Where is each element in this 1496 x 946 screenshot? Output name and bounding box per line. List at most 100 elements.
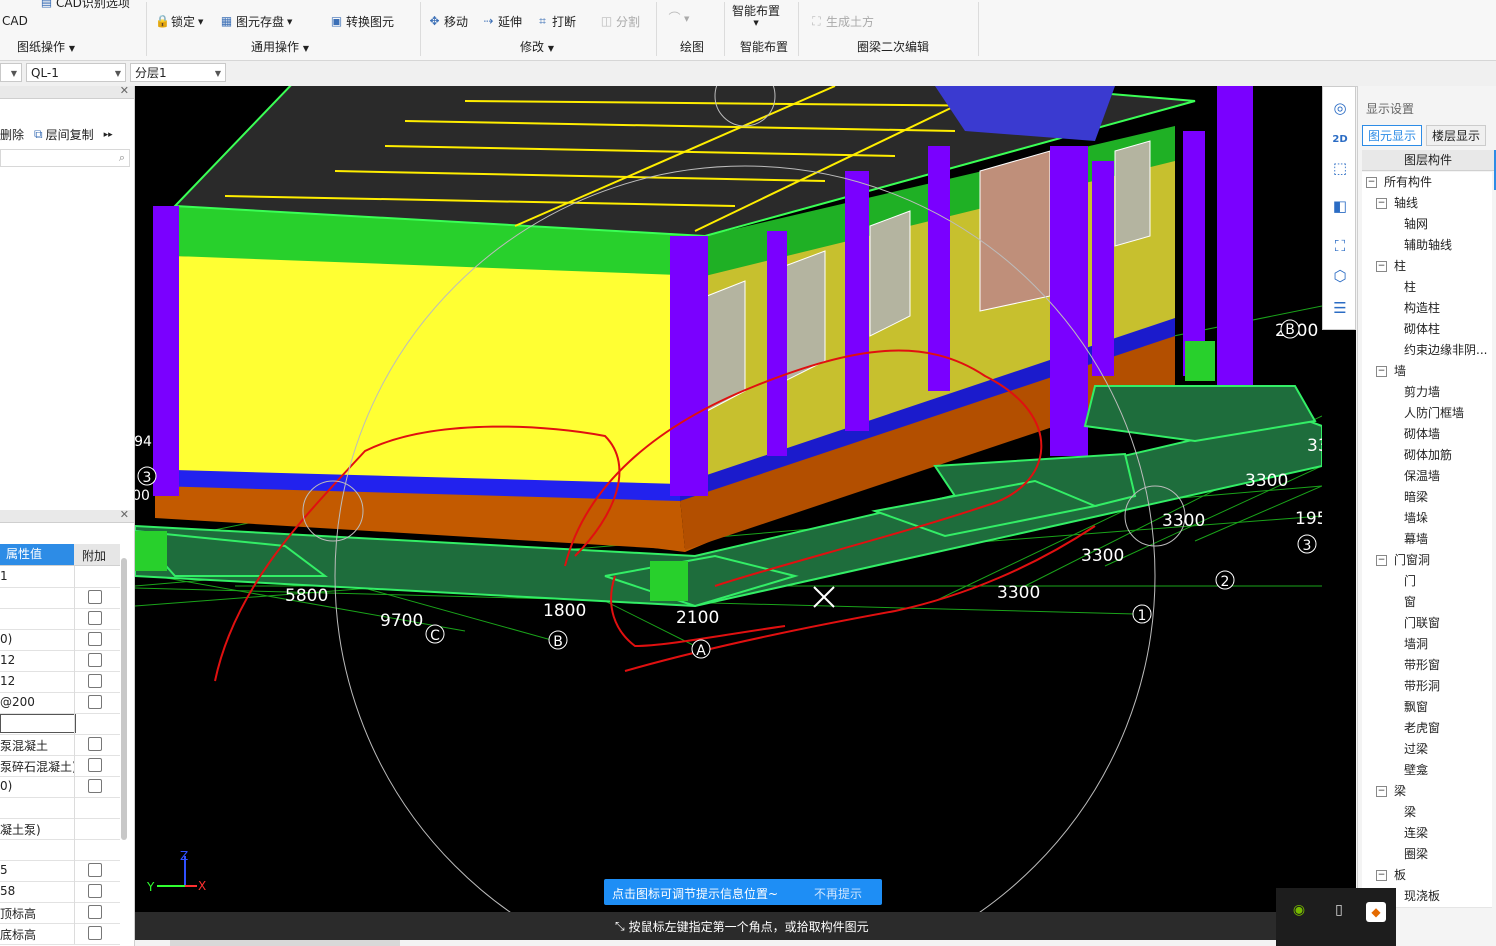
delete-button[interactable]: 删除 — [0, 126, 24, 143]
property-value[interactable]: 凝土泵) — [0, 821, 74, 838]
tree-item[interactable]: 圈梁 — [1362, 844, 1492, 866]
tree-item[interactable]: − 板 — [1362, 865, 1492, 887]
property-value[interactable]: 顶标高 — [0, 905, 74, 922]
attach-checkbox[interactable] — [88, 653, 102, 667]
cube-view-icon[interactable]: ◧ — [1329, 195, 1351, 217]
attach-checkbox[interactable] — [88, 674, 102, 688]
zoom-extents-icon[interactable]: ⛶ — [1329, 235, 1351, 257]
tree-item[interactable]: − 门窗洞 — [1362, 550, 1492, 572]
cad-options-button[interactable]: ▤ CAD识别选项 — [40, 0, 130, 11]
tree-item[interactable]: − 所有构件 — [1362, 172, 1492, 194]
property-row[interactable]: 顶标高 — [0, 902, 120, 924]
orbit-icon[interactable]: ◎ — [1329, 97, 1351, 119]
tree-item[interactable]: 砌体加筋 — [1362, 445, 1492, 467]
tree-item[interactable]: 壁龛 — [1362, 760, 1492, 782]
collapse-toggle-icon[interactable]: − — [1376, 198, 1387, 209]
collapse-toggle-icon[interactable]: − — [1376, 261, 1387, 272]
smart-layout-button[interactable]: 智能布置 ▼ — [732, 2, 780, 27]
property-row[interactable]: 5 — [0, 860, 120, 882]
property-value[interactable]: 58 — [0, 884, 74, 898]
property-row[interactable] — [0, 587, 120, 609]
collapse-toggle-icon[interactable]: − — [1376, 870, 1387, 881]
generate-earthwork-button[interactable]: ⛶ 生成土方 — [810, 13, 874, 30]
tree-item[interactable]: 门联窗 — [1362, 613, 1492, 635]
property-row[interactable]: 12 — [0, 671, 120, 693]
property-row[interactable]: 底标高 — [0, 923, 120, 945]
split-button[interactable]: ◫ 分割 — [600, 13, 640, 30]
nvidia-icon[interactable]: ◉ — [1288, 902, 1310, 924]
model-canvas[interactable]: 2100 3300 3300 3300 3300 19500 5800 9700… — [135, 86, 1322, 912]
attach-checkbox[interactable] — [88, 758, 102, 772]
property-row[interactable] — [0, 797, 120, 819]
tree-item[interactable]: − 柱 — [1362, 256, 1492, 278]
attach-checkbox[interactable] — [88, 863, 102, 877]
tab-element-display[interactable]: 图元显示 — [1362, 125, 1422, 146]
more-icon[interactable]: ▸▸ — [104, 130, 113, 140]
front-wall[interactable] — [175, 256, 680, 484]
attach-checkbox[interactable] — [88, 779, 102, 793]
attach-checkbox[interactable] — [88, 611, 102, 625]
attach-checkbox[interactable] — [88, 884, 102, 898]
tree-item[interactable]: 约束边缘非阴... — [1362, 340, 1492, 362]
property-row[interactable]: 泵混凝土 — [0, 734, 120, 756]
tree-item[interactable]: 砌体柱 — [1362, 319, 1492, 341]
layer-select[interactable]: 分层1 ▼ — [130, 63, 226, 82]
tree-item[interactable]: 暗梁 — [1362, 487, 1492, 509]
property-value[interactable]: 12 — [0, 653, 74, 667]
property-row[interactable]: 0) — [0, 629, 120, 651]
tree-item[interactable]: 墙垛 — [1362, 508, 1492, 530]
2d-view-icon[interactable]: 2D — [1329, 129, 1351, 151]
attach-checkbox[interactable] — [88, 737, 102, 751]
dont-show-again-link[interactable]: 不再提示 — [814, 885, 862, 902]
tree-item[interactable]: 梁 — [1362, 802, 1492, 824]
property-row[interactable] — [0, 608, 120, 630]
tab-floor-display[interactable]: 楼层显示 — [1426, 125, 1486, 146]
convert-element-button[interactable]: ▣ 转换图元 — [330, 13, 394, 30]
tree-item[interactable]: 带形洞 — [1362, 676, 1492, 698]
collapse-toggle-icon[interactable]: − — [1366, 177, 1377, 188]
tree-item[interactable]: 老虎窗 — [1362, 718, 1492, 740]
collapse-toggle-icon[interactable]: − — [1376, 555, 1387, 566]
break-button[interactable]: ⌗ 打断 — [536, 13, 576, 30]
tree-item[interactable]: 辅助轴线 — [1362, 235, 1492, 257]
property-value[interactable]: 泵碎石混凝土) — [0, 758, 74, 775]
bottom-tabs[interactable] — [170, 940, 400, 946]
tree-item[interactable]: 带形窗 — [1362, 655, 1492, 677]
scrollbar[interactable] — [121, 558, 127, 840]
usb-icon[interactable]: ▯ — [1328, 902, 1350, 924]
property-row[interactable]: 0) — [0, 776, 120, 798]
cad-button[interactable]: CAD — [2, 14, 28, 28]
tree-item[interactable]: 门 — [1362, 571, 1492, 593]
property-row[interactable]: 1 — [0, 566, 120, 588]
property-row[interactable] — [0, 713, 120, 735]
move-button[interactable]: ✥ 移动 — [428, 13, 468, 30]
property-value[interactable]: @200 — [0, 695, 74, 709]
tree-item[interactable]: 连梁 — [1362, 823, 1492, 845]
tip-banner[interactable]: 点击图标可调节提示信息位置~ 不再提示 — [604, 879, 882, 905]
property-row[interactable]: 凝土泵) — [0, 818, 120, 840]
tree-item[interactable]: − 轴线 — [1362, 193, 1492, 215]
tree-item[interactable]: 构造柱 — [1362, 298, 1492, 320]
tree-item[interactable]: 飘窗 — [1362, 697, 1492, 719]
tree-item[interactable]: 人防门框墙 — [1362, 403, 1492, 425]
app-tray-icon[interactable]: ◆ — [1366, 902, 1386, 922]
isolate-icon[interactable]: ⬡ — [1329, 265, 1351, 287]
close-icon[interactable]: ✕ — [120, 84, 129, 97]
collapse-toggle-icon[interactable]: − — [1376, 786, 1387, 797]
category-select[interactable]: ▼ — [0, 63, 22, 82]
tree-item[interactable]: 墙洞 — [1362, 634, 1492, 656]
3d-view-icon[interactable]: ⬚ — [1329, 157, 1351, 179]
close-icon[interactable]: ✕ — [120, 508, 129, 521]
tree-item[interactable]: 窗 — [1362, 592, 1492, 614]
property-value[interactable] — [0, 714, 76, 733]
arc-tool-button[interactable]: ⌒ ▼ — [668, 12, 689, 25]
property-row[interactable]: 58 — [0, 881, 120, 903]
search-input[interactable]: ⌕ — [0, 149, 130, 167]
tree-item[interactable]: 轴网 — [1362, 214, 1492, 236]
extend-button[interactable]: ⇢ 延伸 — [482, 13, 522, 30]
property-row[interactable]: @200 — [0, 692, 120, 714]
property-row[interactable] — [0, 839, 120, 861]
property-value[interactable]: 1 — [0, 569, 74, 583]
property-value[interactable]: 底标高 — [0, 926, 74, 943]
copy-between-floors-button[interactable]: ⧉ 层间复制 — [34, 126, 94, 143]
